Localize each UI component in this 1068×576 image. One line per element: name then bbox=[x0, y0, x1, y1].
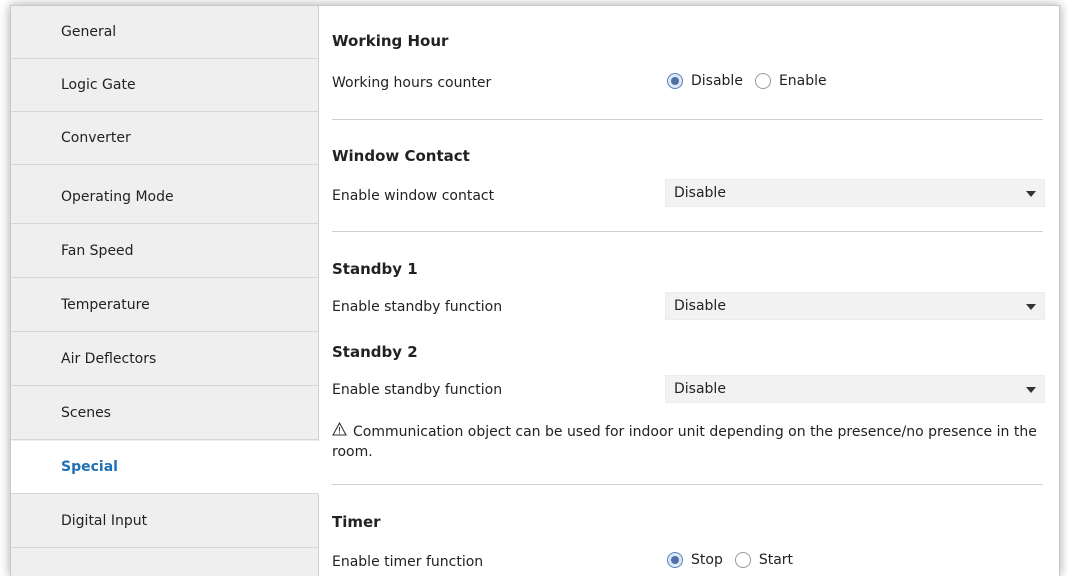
select-value: Disable bbox=[674, 298, 726, 314]
sidebar: General Logic Gate Converter Operating M… bbox=[11, 6, 319, 576]
sidebar-item-special[interactable]: Special bbox=[11, 441, 319, 494]
standby-1-select[interactable]: Disable bbox=[665, 292, 1045, 320]
warning-icon bbox=[332, 421, 347, 442]
sidebar-item-operating-mode[interactable]: Operating Mode bbox=[11, 171, 318, 224]
section-title-standby-1: Standby 1 bbox=[332, 260, 418, 278]
sidebar-item-label: Fan Speed bbox=[61, 243, 134, 259]
enable-window-contact-label: Enable window contact bbox=[332, 188, 495, 204]
sidebar-item-scenes[interactable]: Scenes bbox=[11, 387, 318, 440]
chevron-down-icon bbox=[1026, 191, 1036, 197]
radio-unchecked-icon bbox=[754, 73, 771, 89]
radio-label: Disable bbox=[691, 73, 743, 89]
radio-label: Start bbox=[758, 552, 794, 568]
warning-note-text: Communication object can be used for ind… bbox=[332, 424, 1037, 460]
section-title-timer: Timer bbox=[332, 513, 381, 531]
select-value: Disable bbox=[674, 381, 726, 397]
divider bbox=[332, 231, 1043, 232]
divider bbox=[332, 484, 1043, 485]
sidebar-item-label: Special bbox=[61, 459, 118, 475]
sidebar-item-label: Digital Input bbox=[61, 513, 148, 529]
sidebar-item-air-deflectors[interactable]: Air Deflectors bbox=[11, 333, 318, 386]
sidebar-item-label: General bbox=[61, 24, 117, 40]
enable-standby-function-label: Enable standby function bbox=[332, 382, 503, 398]
sidebar-item-label: Converter bbox=[61, 130, 131, 146]
timer-radio-group: Stop Start bbox=[667, 552, 805, 568]
window-frame: General Logic Gate Converter Operating M… bbox=[10, 5, 1060, 576]
sidebar-item-label: Operating Mode bbox=[61, 189, 174, 205]
sidebar-item-logic-gate[interactable]: Logic Gate bbox=[11, 59, 318, 112]
sidebar-item-fan-speed[interactable]: Fan Speed bbox=[11, 225, 318, 278]
sidebar-item-label: Air Deflectors bbox=[61, 351, 157, 367]
radio-unchecked-icon bbox=[734, 552, 751, 568]
working-hours-counter-radio-group: Disable Enable bbox=[667, 73, 839, 89]
radio-label: Stop bbox=[691, 552, 723, 568]
radio-stop[interactable]: Stop bbox=[667, 552, 723, 568]
sidebar-item-temperature[interactable]: Temperature bbox=[11, 279, 318, 332]
sidebar-item-label: Scenes bbox=[61, 405, 111, 421]
radio-checked-icon bbox=[667, 552, 683, 568]
sidebar-item-converter[interactable]: Converter bbox=[11, 112, 318, 165]
chevron-down-icon bbox=[1026, 304, 1036, 310]
radio-enable[interactable]: Enable bbox=[754, 73, 827, 89]
standby-2-select[interactable]: Disable bbox=[665, 375, 1045, 403]
radio-start[interactable]: Start bbox=[734, 552, 794, 568]
enable-timer-function-label: Enable timer function bbox=[332, 554, 484, 570]
sidebar-item-label: Temperature bbox=[61, 297, 150, 313]
radio-disable[interactable]: Disable bbox=[667, 73, 743, 89]
radio-label: Enable bbox=[778, 73, 827, 89]
section-title-standby-2: Standby 2 bbox=[332, 343, 418, 361]
window-contact-select[interactable]: Disable bbox=[665, 179, 1045, 207]
sidebar-item-general[interactable]: General bbox=[11, 6, 318, 59]
select-value: Disable bbox=[674, 185, 726, 201]
main-panel: Working Hour Working hours counter Disab… bbox=[319, 6, 1059, 576]
warning-note: Communication object can be used for ind… bbox=[332, 421, 1052, 462]
working-hours-counter-label: Working hours counter bbox=[332, 75, 492, 91]
divider bbox=[332, 119, 1043, 120]
sidebar-item-digital-input[interactable]: Digital Input bbox=[11, 495, 318, 548]
section-title-window-contact: Window Contact bbox=[332, 147, 470, 165]
enable-standby-function-label: Enable standby function bbox=[332, 299, 503, 315]
chevron-down-icon bbox=[1026, 387, 1036, 393]
section-title-working-hour: Working Hour bbox=[332, 32, 449, 50]
sidebar-item-label: Logic Gate bbox=[61, 77, 136, 93]
radio-checked-icon bbox=[667, 73, 683, 89]
